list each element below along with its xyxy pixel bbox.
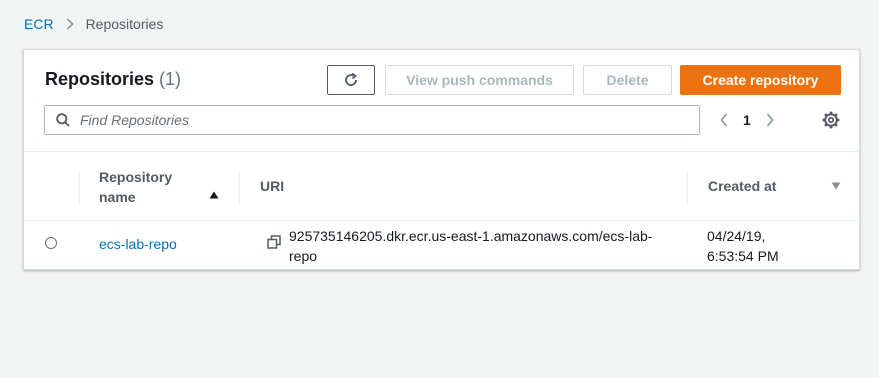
column-divider — [687, 170, 688, 206]
breadcrumb-current: Repositories — [85, 16, 164, 32]
search-box — [44, 105, 700, 135]
repository-count: (1) — [159, 69, 182, 89]
search-icon — [56, 113, 70, 127]
sort-descending-icon[interactable] — [831, 182, 841, 190]
table-header: Repository name URI Created at — [24, 151, 859, 221]
next-page-icon[interactable] — [760, 113, 780, 127]
copy-icon[interactable] — [267, 235, 281, 249]
column-header-created-at[interactable]: Created at — [708, 178, 776, 194]
chevron-right-icon — [66, 18, 74, 30]
column-divider — [79, 170, 80, 206]
previous-page-icon[interactable] — [714, 113, 734, 127]
repository-uri: 925735146205.dkr.ecr.us-east-1.amazonaws… — [289, 228, 653, 264]
view-push-commands-button[interactable]: View push commands — [385, 65, 574, 95]
table-row[interactable]: ecs-lab-repo 925735146205.dkr.ecr.us-eas… — [24, 221, 859, 271]
breadcrumb: ECR Repositories — [24, 16, 163, 32]
repositories-panel: Repositories (1) View push commands Dele… — [23, 49, 860, 270]
delete-button[interactable]: Delete — [583, 65, 672, 95]
refresh-icon — [343, 72, 359, 88]
pagination: 1 — [714, 109, 780, 131]
refresh-button[interactable] — [327, 65, 375, 95]
create-repository-button[interactable]: Create repository — [680, 65, 841, 95]
title-text: Repositories — [45, 69, 155, 89]
breadcrumb-ecr-link[interactable]: ECR — [24, 16, 54, 32]
column-header-uri[interactable]: URI — [260, 178, 284, 194]
search-input[interactable] — [78, 111, 642, 129]
current-page[interactable]: 1 — [743, 112, 751, 128]
column-divider — [239, 170, 240, 206]
column-header-repository-name[interactable]: Repository name — [99, 167, 199, 207]
repository-name-link[interactable]: ecs-lab-repo — [99, 236, 177, 252]
settings-icon[interactable] — [822, 111, 840, 129]
created-at: 04/24/19, 6:53:54 PM — [707, 228, 779, 264]
sort-ascending-icon[interactable] — [209, 191, 219, 199]
row-select-radio[interactable] — [45, 237, 57, 249]
page-title: Repositories (1) — [45, 69, 181, 90]
